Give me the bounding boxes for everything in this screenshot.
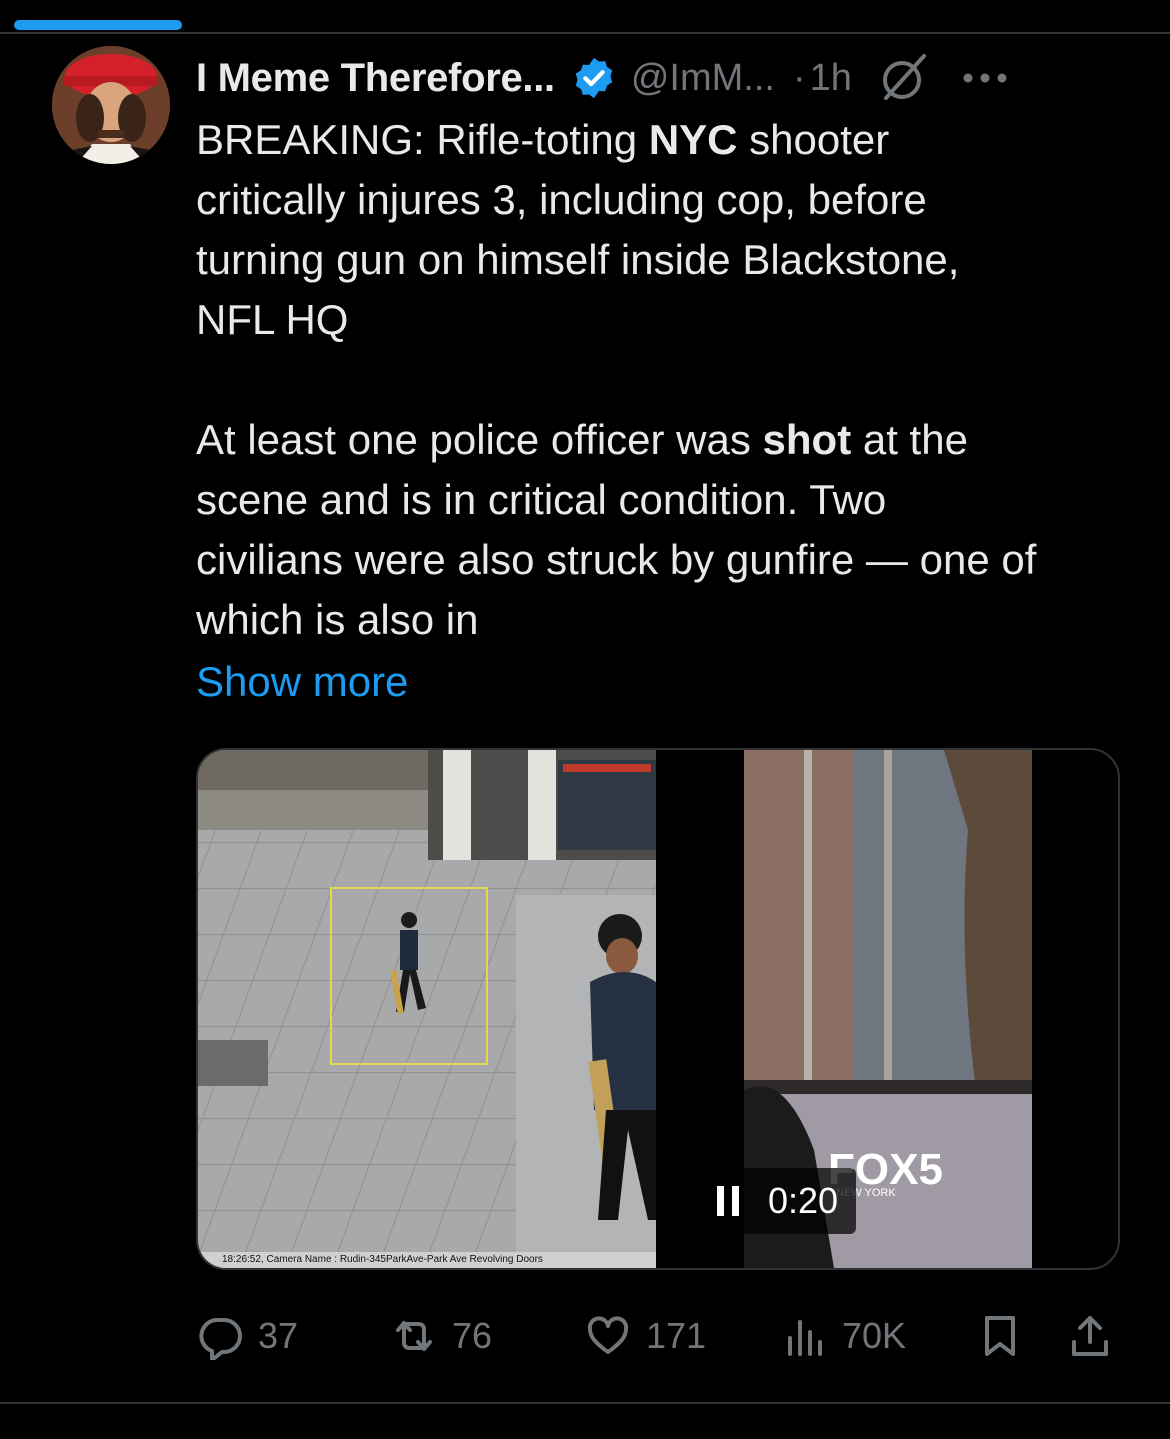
top-progress-bar — [14, 20, 182, 30]
body-bold-nyc: NYC — [648, 116, 738, 163]
tweet-header: I Meme Therefore... @ImM... · 1h — [196, 50, 1126, 106]
share-icon — [1072, 1316, 1108, 1356]
timestamp[interactable]: 1h — [810, 57, 852, 100]
handle[interactable]: @ImM... — [631, 57, 775, 100]
like-icon — [587, 1316, 629, 1354]
repost-icon — [396, 1321, 432, 1351]
body-bold-shot: shot — [762, 416, 852, 463]
surveillance-image — [198, 750, 656, 1268]
bookmark-icon — [985, 1316, 1015, 1356]
top-divider — [0, 32, 1170, 34]
views-button[interactable]: 70K — [780, 1306, 906, 1366]
views-count: 70K — [842, 1315, 907, 1356]
video-time-label: 0:20 — [768, 1180, 839, 1221]
verified-badge-icon — [571, 55, 617, 101]
share-button[interactable] — [1066, 1306, 1114, 1366]
action-bar: 37 76 171 70K — [196, 1306, 1116, 1366]
bookmark-button[interactable] — [976, 1306, 1024, 1366]
more-icon[interactable] — [960, 68, 1010, 88]
body-text-2: shooter critically injures 3, including … — [196, 116, 960, 463]
separator-dot: · — [792, 56, 806, 99]
avatar-image — [52, 46, 170, 164]
like-button[interactable]: 171 — [584, 1306, 706, 1366]
display-name[interactable]: I Meme Therefore... — [196, 56, 555, 101]
show-more-link[interactable]: Show more — [196, 652, 408, 712]
repost-button[interactable]: 76 — [390, 1306, 492, 1366]
repost-count: 76 — [452, 1315, 493, 1356]
like-count: 171 — [646, 1315, 707, 1356]
reply-count: 37 — [258, 1315, 299, 1356]
grok-icon[interactable] — [878, 52, 930, 104]
body-text-1: BREAKING: Rifle-toting — [196, 116, 649, 163]
pause-icon[interactable] — [716, 1186, 740, 1216]
reply-icon — [199, 1318, 242, 1360]
avatar[interactable] — [52, 46, 170, 164]
reply-button[interactable]: 37 — [196, 1306, 298, 1366]
camera-caption: 18:26:52, Camera Name : Rudin-345ParkAve… — [222, 1254, 543, 1265]
video-timer[interactable]: 0:20 — [698, 1168, 857, 1234]
video-media[interactable]: 18:26:52, Camera Name : Rudin-345ParkAve… — [196, 748, 1120, 1270]
bottom-divider — [0, 1402, 1170, 1404]
tweet-body: BREAKING: Rifle-toting NYC shooter criti… — [196, 110, 1136, 650]
views-icon — [788, 1320, 822, 1356]
